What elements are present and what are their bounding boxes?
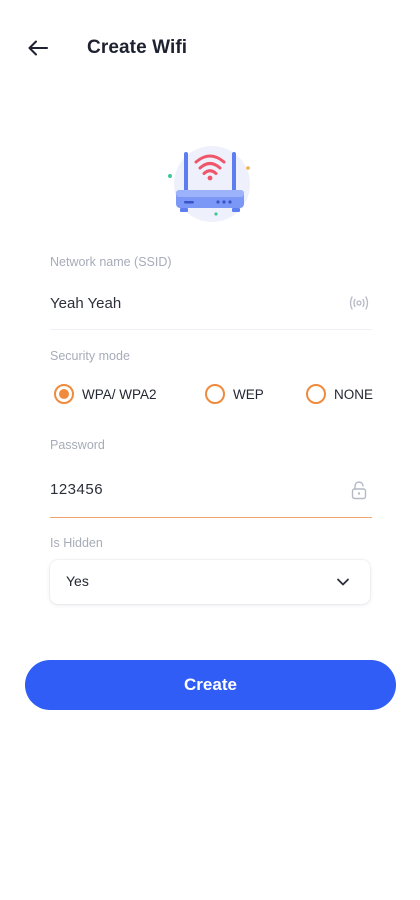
is-hidden-label: Is Hidden (50, 536, 103, 550)
password-label: Password (50, 438, 105, 452)
security-mode-radio-group: WPA/ WPA2 WEP NONE (54, 380, 374, 408)
radio-selected-icon (54, 384, 74, 404)
wifi-router-illustration (160, 138, 260, 224)
radio-unselected-icon (306, 384, 326, 404)
radio-none[interactable]: NONE (306, 380, 373, 408)
ssid-field[interactable]: Yeah Yeah (50, 286, 372, 330)
radio-label: WEP (233, 386, 264, 402)
is-hidden-value: Yes (66, 573, 89, 589)
chevron-down-icon (337, 578, 349, 586)
lock-icon[interactable] (350, 480, 368, 500)
radio-wep[interactable]: WEP (205, 380, 264, 408)
ssid-label: Network name (SSID) (50, 255, 172, 269)
password-field[interactable]: 123456 (50, 472, 372, 518)
page-title: Create Wifi (87, 37, 188, 58)
security-mode-label: Security mode (50, 349, 130, 363)
wifi-router-icon (168, 146, 250, 222)
radio-wpa-wpa2[interactable]: WPA/ WPA2 (54, 380, 157, 408)
radio-label: NONE (334, 386, 374, 402)
create-button[interactable]: Create (25, 660, 396, 710)
ssid-value[interactable]: Yeah Yeah (50, 295, 121, 312)
app-header: Create Wifi (0, 0, 420, 96)
back-button[interactable] (20, 30, 56, 66)
arrow-left-icon (28, 40, 48, 56)
signal-broadcast-icon (349, 296, 369, 310)
is-hidden-select[interactable]: Yes (50, 560, 370, 604)
password-value[interactable]: 123456 (50, 481, 103, 498)
radio-label: WPA/ WPA2 (82, 386, 157, 402)
radio-unselected-icon (205, 384, 225, 404)
